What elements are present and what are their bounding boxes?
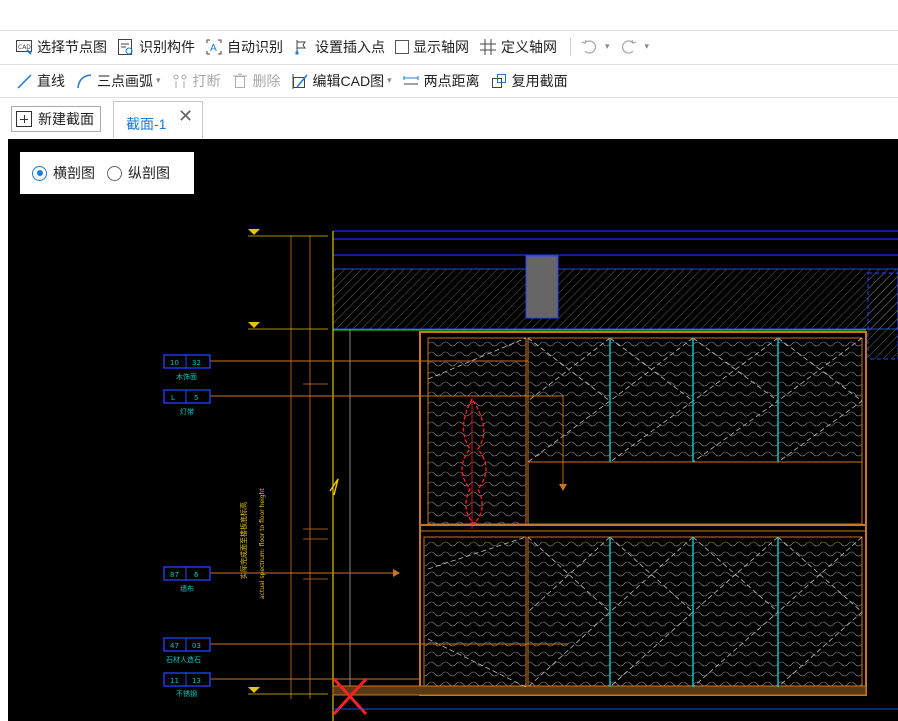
- reuse-section-label: 复用截面: [511, 72, 568, 89]
- toolbar-separator: [570, 37, 571, 56]
- select-node-view-label: 选择节点图: [37, 38, 107, 55]
- svg-text:不锈钢: 不锈钢: [176, 689, 197, 698]
- delete-label: 删除: [252, 72, 281, 89]
- svg-text:A: A: [210, 43, 217, 54]
- auto-identify-label: 自动识别: [227, 38, 283, 55]
- insert-point-icon: [293, 38, 311, 56]
- svg-text:13: 13: [192, 677, 201, 685]
- svg-text:32: 32: [192, 359, 201, 367]
- svg-text:CAD: CAD: [18, 44, 31, 51]
- vertical-section-label: 纵剖图: [128, 165, 170, 181]
- tag-stainless-steel: 11 13 不锈钢: [163, 672, 211, 698]
- svg-text:6: 6: [194, 571, 199, 579]
- set-insert-point-button[interactable]: 设置插入点: [290, 34, 388, 60]
- identify-component-label: 识别构件: [139, 38, 195, 55]
- vertical-note-2: actual spectrum: floor to floor height: [259, 488, 266, 599]
- tab-section-1-label: 截面-1: [126, 116, 167, 132]
- checkbox-icon[interactable]: [395, 39, 409, 54]
- svg-text:10: 10: [170, 359, 179, 367]
- vertical-note-1: 实际完成面至楼板底标高: [239, 502, 248, 579]
- tag-light-strip: L 5 灯带: [163, 389, 211, 416]
- auto-identify-icon: A: [205, 38, 223, 56]
- redo-button[interactable]: ▾: [617, 34, 653, 60]
- edit-cad-button[interactable]: 编辑CAD图 ▾: [288, 68, 395, 94]
- measure-icon: [402, 72, 420, 90]
- tab-section-1[interactable]: 截面-1 ✕: [113, 101, 203, 138]
- edit-cad-icon: [291, 72, 309, 90]
- set-insert-point-label: 设置插入点: [315, 38, 385, 55]
- svg-text:石材人造石: 石材人造石: [166, 655, 201, 664]
- radio-selected-icon[interactable]: [32, 165, 47, 181]
- view-mode-panel: 横剖图 纵剖图: [20, 152, 194, 194]
- grid-icon: [479, 38, 497, 56]
- undo-button[interactable]: ▾: [577, 34, 613, 60]
- line-label: 直线: [37, 72, 65, 89]
- break-button[interactable]: 打断: [168, 68, 224, 94]
- tag-wall-cloth: 87 6 墙布: [163, 566, 211, 593]
- material-tags: 10 32 木饰面 L 5 灯带 87 6 墙布 47 03 石材人造石 11 …: [163, 354, 211, 698]
- break-icon: [171, 72, 189, 90]
- radio-unselected-icon[interactable]: [107, 165, 122, 181]
- close-icon[interactable]: ✕: [178, 106, 193, 127]
- arc-dropdown-icon[interactable]: ▾: [156, 75, 161, 86]
- line-icon: [15, 72, 33, 90]
- show-axis-grid-label: 显示轴网: [413, 38, 469, 55]
- undo-icon: [580, 38, 598, 56]
- reuse-section-icon: [490, 72, 508, 90]
- line-button[interactable]: 直线: [12, 68, 68, 94]
- break-label: 打断: [192, 72, 221, 89]
- define-axis-grid-label: 定义轴网: [501, 38, 557, 55]
- tag-artificial-stone: 47 03 石材人造石: [163, 637, 211, 664]
- beam-section: [525, 255, 559, 319]
- radio-horizontal-section[interactable]: 横剖图: [32, 163, 95, 183]
- radio-vertical-section[interactable]: 纵剖图: [107, 163, 170, 183]
- svg-text:11: 11: [170, 677, 179, 685]
- undo-dropdown-icon[interactable]: ▾: [605, 41, 610, 52]
- arc-icon: [75, 72, 93, 90]
- cad-drawing: 实际完成面至楼板底标高 actual spectrum: floor to fl…: [163, 229, 898, 721]
- svg-text:47: 47: [170, 642, 179, 650]
- trash-icon: [231, 72, 249, 90]
- svg-text:5: 5: [194, 394, 198, 402]
- toolbar-identify: CAD 选择节点图 识别构件 A 自动识别 设置插入点 显示轴网 定义轴网 ▾: [0, 30, 898, 62]
- svg-text:87: 87: [170, 571, 179, 579]
- identify-component-button[interactable]: 识别构件: [114, 34, 198, 60]
- redo-dropdown-icon[interactable]: ▾: [645, 41, 650, 52]
- title-strip: [0, 0, 898, 30]
- define-axis-grid-button[interactable]: 定义轴网: [476, 34, 560, 60]
- new-section-label: 新建截面: [38, 111, 94, 127]
- edit-cad-dropdown-icon[interactable]: ▾: [387, 75, 392, 86]
- horizontal-section-label: 横剖图: [53, 165, 95, 181]
- select-node-view-button[interactable]: CAD 选择节点图: [12, 34, 110, 60]
- two-point-distance-label: 两点距离: [423, 72, 480, 89]
- three-point-arc-label: 三点画弧: [97, 72, 153, 89]
- left-edge: [0, 139, 8, 721]
- identify-icon: [117, 38, 135, 56]
- section-tab-bar: 新建截面 截面-1 ✕: [0, 97, 898, 139]
- redo-icon: [620, 38, 638, 56]
- edit-cad-label: 编辑CAD图: [312, 72, 385, 89]
- tag-wood-veneer: 10 32 木饰面: [163, 354, 211, 381]
- three-point-arc-button[interactable]: 三点画弧 ▾: [72, 68, 164, 94]
- auto-identify-button[interactable]: A 自动识别: [202, 34, 286, 60]
- toolbar-draw: 直线 三点画弧 ▾ 打断 删除 编辑CAD图 ▾ 两点距离 复用截面: [0, 64, 898, 96]
- reuse-section-button[interactable]: 复用截面: [487, 68, 571, 94]
- svg-text:木饰面: 木饰面: [176, 372, 197, 381]
- cad-canvas[interactable]: 实际完成面至楼板底标高 actual spectrum: floor to fl…: [8, 139, 898, 721]
- svg-text:灯带: 灯带: [180, 407, 194, 416]
- svg-text:03: 03: [192, 642, 201, 650]
- show-axis-grid-checkbox[interactable]: 显示轴网: [392, 34, 472, 60]
- cad-select-icon: CAD: [15, 38, 33, 56]
- new-section-button[interactable]: 新建截面: [11, 106, 101, 132]
- svg-text:L: L: [171, 394, 175, 402]
- delete-button[interactable]: 删除: [228, 68, 284, 94]
- two-point-distance-button[interactable]: 两点距离: [399, 68, 483, 94]
- plus-icon: [16, 111, 32, 127]
- svg-text:墙布: 墙布: [180, 584, 194, 593]
